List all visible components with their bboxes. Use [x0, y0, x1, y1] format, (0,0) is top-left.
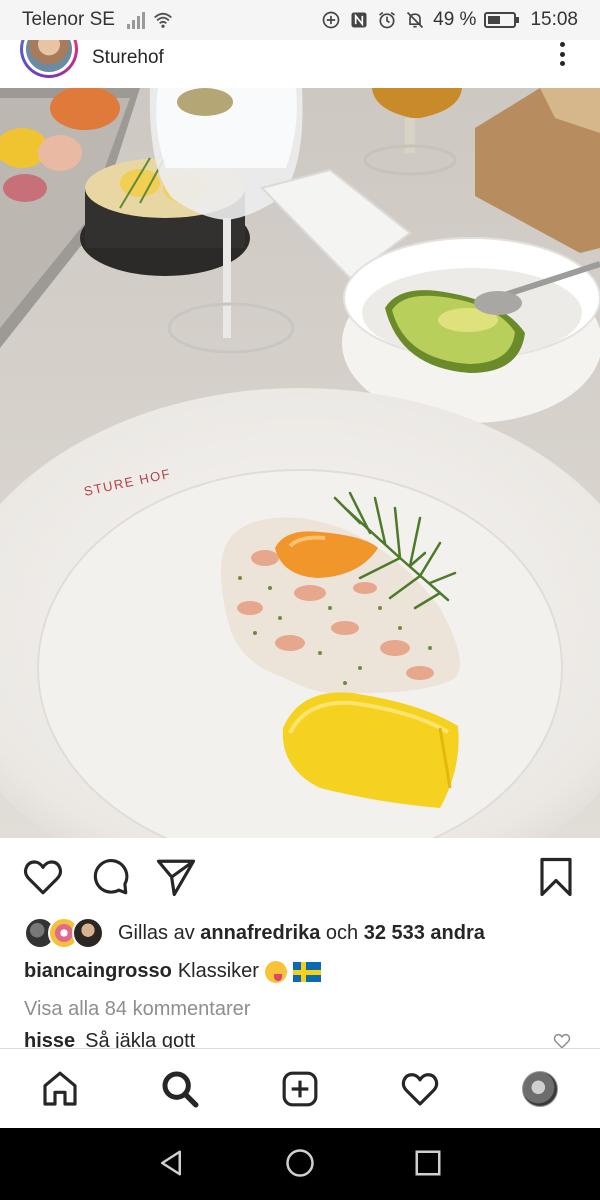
post-username[interactable]: biancaingrosso	[92, 40, 240, 41]
share-icon[interactable]	[155, 856, 197, 898]
home-circle-icon[interactable]	[285, 1148, 315, 1178]
yum-emoji-icon	[264, 960, 287, 983]
comment-text: Så jäkla gott	[85, 1030, 196, 1048]
more-options-icon[interactable]	[558, 42, 566, 66]
recents-icon[interactable]	[413, 1148, 443, 1178]
likes-row[interactable]: Gillas av annafredrika och 32 533 andra	[24, 915, 485, 951]
system-nav-bar	[0, 1128, 600, 1200]
comment-icon[interactable]	[89, 856, 131, 898]
wifi-icon	[154, 12, 172, 28]
bookmark-icon[interactable]	[535, 856, 577, 898]
caption: biancaingrosso Klassiker	[24, 960, 321, 983]
comment-item: hisse Så jäkla gott	[24, 1030, 584, 1048]
clock: 15:08	[530, 9, 578, 30]
mute-icon	[407, 11, 424, 29]
caption-text: Klassiker	[177, 960, 259, 982]
view-all-comments-link[interactable]: Visa alla 84 kommentarer	[24, 998, 250, 1021]
search-icon[interactable]	[160, 1069, 200, 1109]
food-photo: STURE HOF	[0, 88, 600, 838]
post-header: biancaingrosso Sturehof	[0, 40, 600, 88]
post-actions	[0, 838, 600, 916]
comment-username[interactable]: hisse	[24, 1030, 75, 1048]
data-saver-icon	[322, 11, 340, 29]
bottom-nav	[0, 1048, 600, 1128]
caption-username[interactable]: biancaingrosso	[24, 960, 172, 983]
post-location[interactable]: Sturehof	[92, 47, 164, 69]
likes-user[interactable]: annafredrika	[200, 922, 320, 945]
signal-icon	[126, 11, 145, 29]
battery-percent: 49 %	[433, 9, 477, 30]
liker-avatar	[72, 917, 104, 949]
sweden-flag-icon	[292, 961, 321, 982]
liker-avatars	[24, 916, 108, 950]
carrier-label: Telenor SE	[22, 9, 115, 30]
back-icon[interactable]	[156, 1148, 186, 1178]
profile-avatar[interactable]	[522, 1071, 558, 1107]
likes-count[interactable]: 32 533 andra	[364, 922, 485, 945]
likes-middle: och	[325, 921, 359, 944]
activity-icon[interactable]	[400, 1069, 440, 1109]
nfc-icon	[351, 12, 367, 28]
heart-icon[interactable]	[22, 856, 64, 898]
home-icon[interactable]	[40, 1069, 80, 1109]
author-avatar[interactable]	[20, 40, 78, 78]
likes-prefix: Gillas av	[118, 921, 195, 944]
new-post-icon[interactable]	[280, 1069, 320, 1109]
post-photo[interactable]: STURE HOF	[0, 88, 600, 838]
battery-icon	[484, 12, 520, 28]
alarm-icon	[379, 11, 396, 29]
status-bar: Telenor SE 49 % 15:08	[0, 0, 600, 40]
